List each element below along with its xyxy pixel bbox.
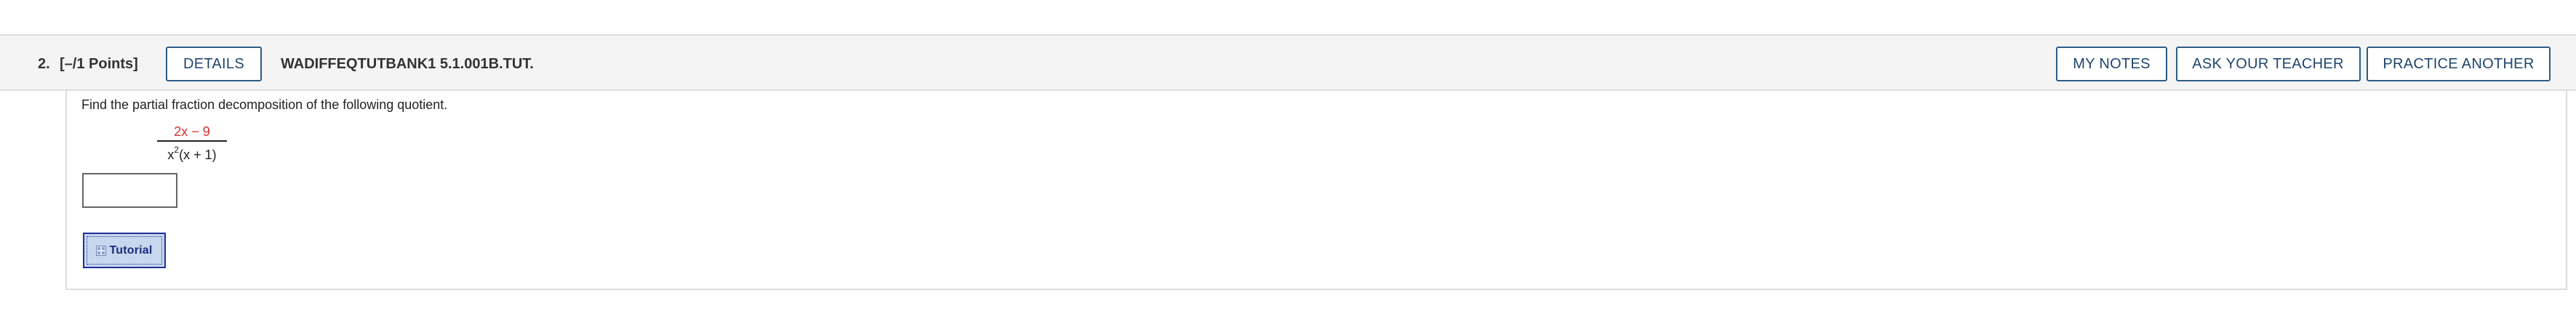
details-button[interactable]: DETAILS [166, 47, 262, 81]
fraction-bar [157, 140, 227, 142]
question-header: 2. [–/1 Points] DETAILS WADIFFEQTUTBANK1… [0, 34, 2576, 91]
practice-another-button[interactable]: PRACTICE ANOTHER [2367, 47, 2551, 81]
question-code: WADIFFEQTUTBANK1 5.1.001B.TUT. [281, 56, 534, 72]
fraction-numerator: 2x − 9 [174, 124, 210, 139]
fraction-denominator: x2(x + 1) [157, 145, 227, 164]
tutorial-button[interactable]: Tutorial [83, 233, 166, 268]
my-notes-button[interactable]: MY NOTES [2056, 47, 2167, 81]
question-body: Find the partial fraction decomposition … [65, 91, 2567, 290]
quotient-fraction: 2x − 9 x2(x + 1) [157, 123, 227, 164]
question-number: 2. [38, 56, 50, 72]
question-points: [–/1 Points] [60, 56, 138, 72]
answer-input[interactable] [82, 173, 177, 208]
question-card: 2. [–/1 Points] DETAILS WADIFFEQTUTBANK1… [0, 34, 2576, 314]
ask-your-teacher-button[interactable]: ASK YOUR TEACHER [2175, 47, 2361, 81]
tutorial-label: Tutorial [109, 243, 153, 257]
tutorial-focus-outline: Tutorial [87, 236, 162, 265]
denominator-exponent: 2 [174, 145, 180, 155]
denominator-rest: (x + 1) [179, 148, 217, 162]
question-prompt: Find the partial fraction decomposition … [81, 97, 448, 112]
tutorial-icon [96, 245, 107, 256]
